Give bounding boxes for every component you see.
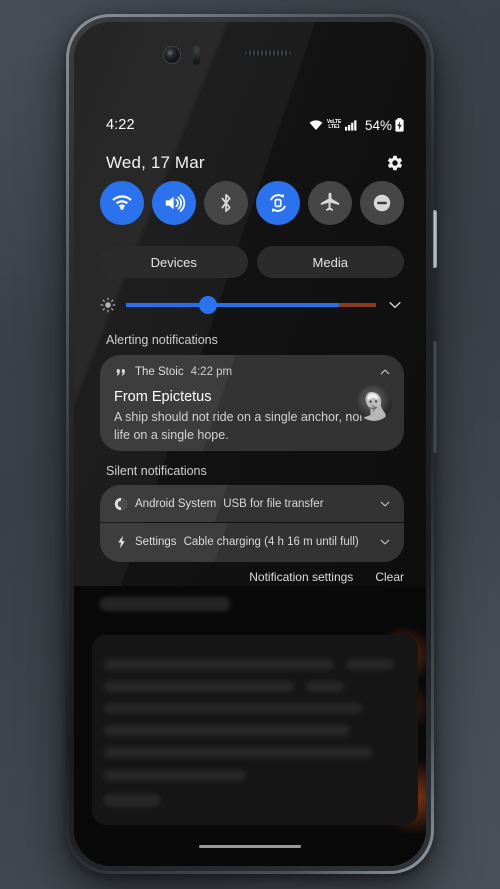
notification-settings-button[interactable]: Notification settings	[249, 570, 353, 584]
notification-app-name: The Stoic	[135, 366, 184, 378]
volte-icon: VoLTE LTE1	[327, 120, 341, 130]
phone-body: 4:22 VoLTE LTE1 54% Wed, 17 Mar Devices …	[69, 17, 431, 871]
notification-time: 4:22 pm	[190, 366, 233, 378]
status-bar-icons: VoLTE LTE1 54%	[309, 118, 404, 133]
do-not-disturb-icon	[371, 192, 393, 214]
background-ghost-line	[104, 681, 294, 692]
notification-title: From Epictetus	[114, 389, 212, 405]
background-ghost-line	[104, 794, 160, 807]
status-bar-clock: 4:22	[106, 117, 135, 133]
background-ghost-line	[104, 703, 362, 714]
devices-button[interactable]: Devices	[100, 246, 248, 278]
background-ghost-line	[104, 659, 334, 670]
volte-line-2: LTE1	[328, 124, 340, 130]
background-ghost-line	[104, 725, 350, 736]
shade-action-row: Notification settings Clear	[249, 570, 404, 584]
notification-card-android-system[interactable]: Android System USB for file transfer	[100, 485, 404, 522]
android-system-icon	[114, 497, 128, 511]
battery-charging-icon	[395, 118, 404, 132]
battery-percent-label: 54%	[364, 117, 392, 133]
notification-shade[interactable]: 4:22 VoLTE LTE1 54% Wed, 17 Mar Devices …	[74, 22, 426, 586]
chevron-down-icon[interactable]	[378, 497, 392, 511]
front-camera-icon	[164, 47, 180, 63]
cellular-signal-icon	[345, 118, 359, 132]
brightness-warm-fill	[338, 303, 376, 307]
volume-button[interactable]	[433, 341, 437, 453]
gear-icon[interactable]	[386, 154, 404, 172]
notification-header: The Stoic 4:22 pm	[114, 365, 392, 379]
volume-up-icon	[163, 192, 185, 214]
notification-header: Settings Cable charging (4 h 16 m until …	[114, 535, 392, 549]
qs-tile-airplane-mode[interactable]	[308, 181, 352, 225]
background-ghost-line	[306, 681, 344, 692]
qs-tile-sound[interactable]	[152, 181, 196, 225]
airplane-icon	[319, 192, 341, 214]
date-row: Wed, 17 Mar	[74, 148, 426, 178]
qs-tile-bluetooth[interactable]	[204, 181, 248, 225]
wifi-icon	[309, 118, 323, 132]
power-button[interactable]	[433, 210, 437, 268]
silent-notifications-header: Silent notifications	[106, 464, 207, 478]
earpiece-speaker-grille	[245, 50, 291, 56]
quick-settings-tiles	[100, 181, 404, 225]
quote-marks-icon	[114, 365, 128, 379]
bluetooth-icon	[215, 192, 237, 214]
notification-summary: Cable charging (4 h 16 m until full)	[183, 536, 359, 548]
proximity-sensor-icon	[193, 45, 200, 65]
background-ghost-line	[346, 659, 394, 670]
background-ghost-line	[104, 770, 246, 781]
brightness-slider-thumb[interactable]	[198, 296, 217, 314]
notification-app-name: Android System	[135, 498, 217, 510]
media-label: Media	[312, 254, 348, 270]
brightness-fill	[126, 303, 339, 307]
shade-date-label: Wed, 17 Mar	[106, 153, 205, 172]
shade-chip-row: Devices Media	[100, 246, 404, 278]
auto-rotate-icon	[266, 191, 290, 215]
background-ghost-line	[104, 747, 372, 758]
wifi-icon	[111, 192, 133, 214]
clear-all-button[interactable]: Clear	[375, 570, 404, 584]
notification-summary: USB for file transfer	[223, 498, 324, 510]
media-button[interactable]: Media	[256, 246, 404, 278]
phone-frame: 4:22 VoLTE LTE1 54% Wed, 17 Mar Devices …	[66, 14, 437, 874]
chevron-down-icon[interactable]	[386, 296, 404, 314]
status-bar: 4:22 VoLTE LTE1 54%	[74, 114, 426, 136]
notification-card-settings[interactable]: Settings Cable charging (4 h 16 m until …	[100, 523, 404, 562]
background-ghost-line	[100, 597, 230, 611]
notification-body: A ship should not ride on a single ancho…	[114, 410, 364, 442]
chevron-up-icon[interactable]	[378, 365, 392, 379]
brightness-slider[interactable]	[126, 296, 376, 314]
notification-app-name: Settings	[135, 536, 177, 548]
notification-header: Android System USB for file transfer	[114, 497, 392, 511]
phone-screen: 4:22 VoLTE LTE1 54% Wed, 17 Mar Devices …	[74, 22, 426, 866]
notification-card-the-stoic[interactable]: The Stoic 4:22 pm From Epictetus A ship …	[100, 355, 404, 451]
home-gesture-bar[interactable]	[199, 845, 301, 848]
brightness-row	[100, 290, 404, 320]
qs-tile-auto-rotate[interactable]	[256, 181, 300, 225]
devices-label: Devices	[150, 254, 197, 270]
alerting-notifications-header: Alerting notifications	[106, 333, 218, 347]
qs-tile-wifi[interactable]	[100, 181, 144, 225]
epictetus-bust-avatar	[356, 385, 392, 421]
qs-tile-do-not-disturb[interactable]	[360, 181, 404, 225]
brightness-low-icon	[100, 297, 116, 313]
charging-bolt-icon	[114, 535, 128, 549]
chevron-down-icon[interactable]	[378, 535, 392, 549]
